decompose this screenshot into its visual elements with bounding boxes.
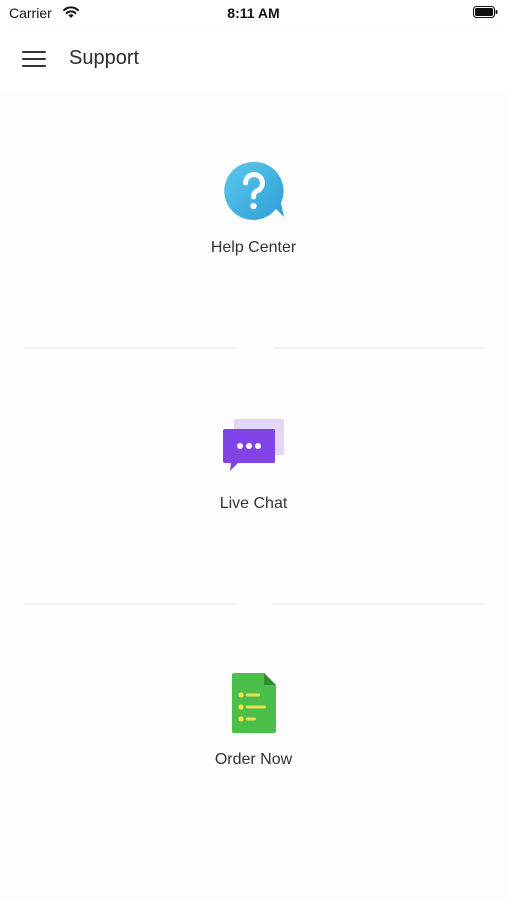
live-chat-label: Live Chat xyxy=(219,495,288,512)
page-title: Support xyxy=(69,47,140,69)
clock: 8:11 AM xyxy=(227,5,280,21)
hamburger-menu-icon[interactable] xyxy=(22,48,48,70)
order-now-label: Order Now xyxy=(214,751,293,768)
help-center-label: Help Center xyxy=(210,239,297,256)
support-options: Help Center Live Chat Order Now xyxy=(0,93,507,900)
order-now-option[interactable]: Order Now xyxy=(0,605,507,861)
live-chat-option[interactable]: Live Chat xyxy=(0,349,507,605)
app-header: Support xyxy=(0,26,507,93)
help-center-option[interactable]: Help Center xyxy=(0,93,507,349)
battery-icon xyxy=(473,6,498,18)
order-document-icon xyxy=(231,673,276,733)
status-bar: Carrier 8:11 AM xyxy=(0,0,507,26)
chat-bubbles-icon xyxy=(222,419,284,471)
help-question-bubble-icon xyxy=(223,161,284,220)
